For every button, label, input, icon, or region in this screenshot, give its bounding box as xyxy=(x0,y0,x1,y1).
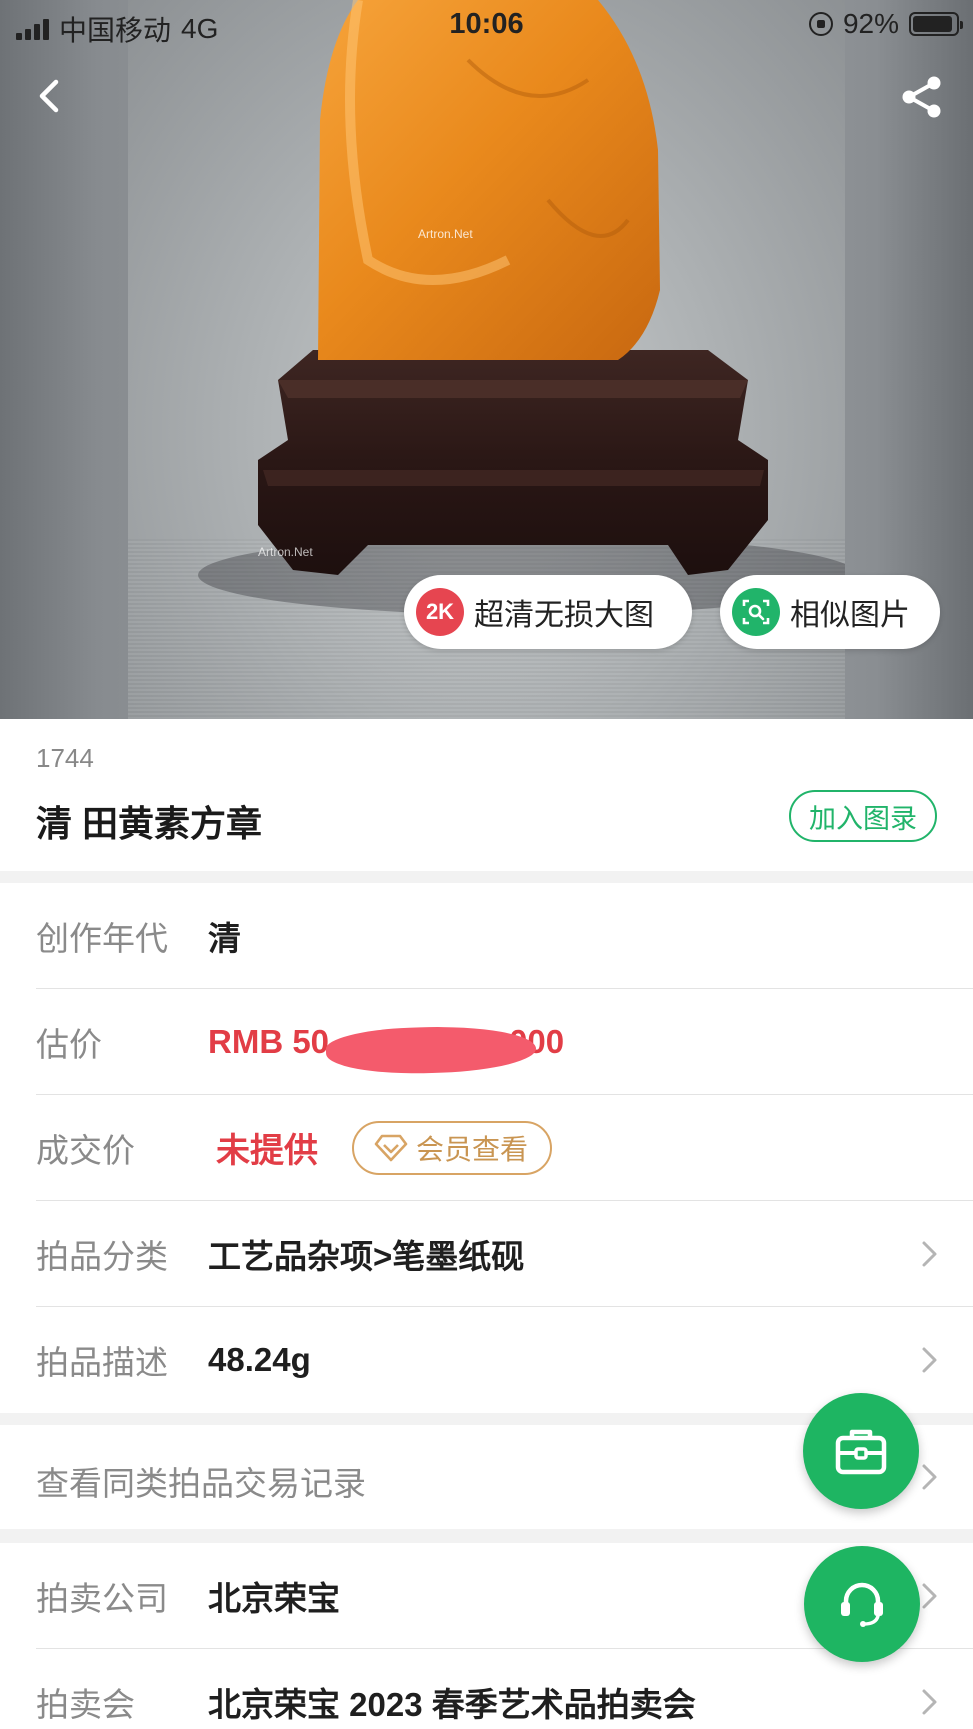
hd-image-label: 超清无损大图 xyxy=(474,599,654,632)
diamond-icon xyxy=(374,1134,408,1161)
rotation-lock-icon xyxy=(808,12,833,36)
description-value: 48.24g xyxy=(208,1341,311,1378)
headset-icon xyxy=(841,1582,883,1627)
row-description[interactable]: 拍品描述 48.24g xyxy=(36,1307,973,1413)
trade-records-label: 查看同类拍品交易记录 xyxy=(36,1465,366,1502)
watermark-text-2: Artron.Net xyxy=(258,545,313,559)
lot-title: 清 田黄素方章 xyxy=(36,803,263,844)
era-value: 清 xyxy=(208,919,241,957)
lot-number: 1744 xyxy=(36,743,94,773)
member-view-label: 会员查看 xyxy=(416,1133,529,1165)
auction-company-label: 拍卖公司 xyxy=(36,1579,168,1617)
briefcase-icon xyxy=(835,1429,887,1475)
auction-session-label: 拍卖会 xyxy=(36,1686,135,1723)
share-icon[interactable] xyxy=(899,74,945,120)
auction-session-value: 北京荣宝 2023 春季艺术品拍卖会 xyxy=(208,1686,696,1723)
deal-price-value: 未提供 xyxy=(216,1132,318,1170)
back-arrow-icon[interactable] xyxy=(28,74,72,118)
era-label: 创作年代 xyxy=(36,919,168,957)
chevron-right-icon xyxy=(922,1464,937,1490)
add-to-catalog-button[interactable]: 加入图录 xyxy=(789,790,937,842)
lot-details-card: 创作年代 清 估价 RMB 50 000 成交价 未提供 会员查看 拍品分类 工艺… xyxy=(0,883,973,1413)
lot-title-card: 1744 清 田黄素方章 加入图录 xyxy=(0,719,973,871)
image-search-icon xyxy=(732,588,780,636)
customer-service-fab-button[interactable] xyxy=(804,1546,920,1662)
status-right: 92% xyxy=(808,8,963,40)
2k-badge-icon: 2K xyxy=(416,588,464,636)
category-label: 拍品分类 xyxy=(36,1237,168,1275)
hero-image-area[interactable]: Artron.Net Artron.Net 中国移动 4G 10:06 92% … xyxy=(0,0,973,719)
row-auction-session[interactable]: 拍卖会 北京荣宝 2023 春季艺术品拍卖会 xyxy=(36,1649,973,1729)
row-deal-price: 成交价 未提供 会员查看 xyxy=(36,1095,973,1201)
chevron-right-icon xyxy=(922,1241,937,1267)
battery-percent: 92% xyxy=(842,8,899,39)
chevron-right-icon xyxy=(922,1689,937,1715)
estimate-value: RMB 50 000 xyxy=(208,1022,564,1077)
estimate-prefix: RMB 50 xyxy=(208,1022,330,1060)
row-era: 创作年代 清 xyxy=(36,883,973,989)
description-label: 拍品描述 xyxy=(36,1344,168,1381)
battery-icon xyxy=(909,12,963,36)
briefcase-fab-button[interactable] xyxy=(803,1393,919,1509)
row-estimate: 估价 RMB 50 000 xyxy=(36,989,973,1095)
watermark-text: Artron.Net xyxy=(418,227,473,241)
hd-image-button[interactable]: 2K 超清无损大图 xyxy=(404,575,692,649)
category-value: 工艺品杂项>笔墨纸砚 xyxy=(208,1237,525,1275)
deal-price-label: 成交价 xyxy=(36,1131,135,1169)
status-bar: 中国移动 4G 10:06 92% xyxy=(0,0,973,50)
similar-images-label: 相似图片 xyxy=(790,599,910,632)
similar-images-button[interactable]: 相似图片 xyxy=(720,575,940,649)
auction-company-value: 北京荣宝 xyxy=(208,1579,340,1617)
redaction-mark xyxy=(325,1022,537,1077)
estimate-label: 估价 xyxy=(36,1025,102,1063)
row-category[interactable]: 拍品分类 工艺品杂项>笔墨纸砚 xyxy=(36,1201,973,1307)
chevron-right-icon xyxy=(922,1347,937,1373)
member-view-button[interactable]: 会员查看 xyxy=(352,1120,553,1175)
